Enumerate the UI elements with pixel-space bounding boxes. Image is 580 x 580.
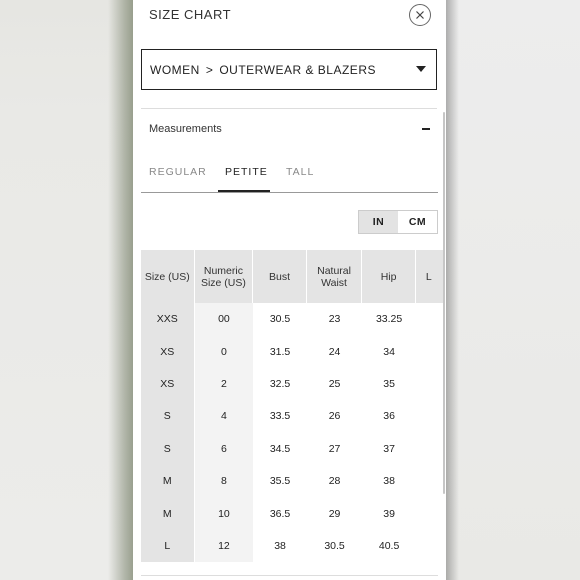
column-header-partial: L — [415, 250, 445, 303]
bottom-divider — [141, 575, 438, 576]
section-divider — [141, 108, 437, 109]
table-cell: 34.5 — [269, 442, 291, 455]
table-cell: S — [141, 400, 195, 433]
table-cell: 8 — [194, 464, 254, 498]
table-cell: 4 — [194, 400, 254, 433]
table-cell: XS — [141, 335, 195, 368]
table-cell: 38 — [383, 475, 395, 488]
table-cell: 33.25 — [375, 313, 403, 326]
unit-in-button[interactable]: IN — [359, 211, 398, 233]
category-separator: > — [205, 62, 214, 77]
unit-cm-button[interactable]: CM — [398, 211, 437, 233]
background-right — [445, 0, 580, 580]
table-cell: 30.5 — [324, 539, 345, 552]
tab-petite[interactable]: PETITE — [225, 166, 268, 178]
table-cell: 2 — [194, 367, 254, 401]
table-cell: 30.5 — [269, 313, 291, 326]
table-cell: 39 — [383, 507, 395, 520]
size-table: Size (US) Numeric Size (US) Bust Natural… — [141, 250, 445, 562]
table-row: L 12 38 30.5 40.5 — [141, 529, 445, 562]
scrollbar[interactable] — [443, 112, 445, 494]
table-cell: 00 — [194, 303, 254, 336]
table-cell: 23 — [328, 313, 341, 326]
table-cell: M — [141, 464, 195, 498]
table-cell-partial — [416, 400, 445, 432]
table-cell: 12 — [194, 529, 254, 562]
measurements-section-header[interactable]: Measurements — [149, 123, 222, 135]
table-row: XS 2 32.5 25 35 — [141, 367, 445, 401]
table-cell: 28 — [328, 475, 341, 488]
column-header-hip: Hip — [362, 250, 416, 303]
size-chart-panel: SIZE CHART WOMEN > OUTERWEAR & BLAZERS M… — [133, 0, 446, 580]
table-cell: 33.5 — [269, 410, 291, 423]
column-header-size: Size (US) — [141, 250, 195, 303]
table-cell: 10 — [194, 497, 254, 530]
table-cell: 40.5 — [378, 539, 400, 552]
table-cell: 31.5 — [269, 345, 291, 358]
table-cell: 36 — [383, 410, 395, 423]
table-cell-partial — [416, 433, 445, 465]
table-cell: 34 — [383, 345, 395, 358]
column-header-bust: Bust — [253, 250, 307, 303]
table-cell: 6 — [194, 432, 254, 465]
table-cell: 36.5 — [269, 507, 291, 520]
background-left — [0, 0, 135, 580]
column-header-numeric-size: Numeric Size (US) — [194, 250, 254, 303]
table-cell-partial — [416, 465, 445, 497]
table-row: XS 0 31.5 24 34 — [141, 335, 445, 368]
table-cell-partial — [416, 497, 445, 529]
table-header-row: Size (US) Numeric Size (US) Bust Natural… — [141, 250, 445, 303]
table-cell: 37 — [383, 442, 395, 455]
table-cell: 25 — [328, 377, 341, 390]
table-cell: L — [141, 529, 195, 562]
tab-regular[interactable]: REGULAR — [149, 166, 207, 178]
table-cell: 26 — [328, 410, 341, 423]
table-cell: XXS — [141, 303, 195, 336]
table-row: XXS 00 30.5 23 33.25 — [141, 303, 445, 336]
table-cell: 35 — [383, 377, 395, 390]
table-cell: 35.5 — [269, 475, 291, 488]
table-cell: 0 — [194, 335, 254, 368]
close-icon — [416, 11, 424, 19]
table-cell-partial — [416, 530, 445, 562]
page-title: SIZE CHART — [149, 7, 232, 22]
fit-tabs: REGULAR PETITE TALL — [141, 155, 437, 193]
tab-tall[interactable]: TALL — [286, 166, 314, 178]
unit-toggle: IN CM — [358, 210, 438, 234]
column-header-natural-waist: Natural Waist — [306, 250, 363, 303]
table-cell: 29 — [328, 507, 341, 520]
table-row: S 4 33.5 26 36 — [141, 400, 445, 433]
table-cell-partial — [416, 303, 445, 335]
table-cell: M — [141, 497, 195, 530]
table-cell: S — [141, 432, 195, 465]
collapse-icon[interactable] — [422, 128, 430, 130]
table-cell: 38 — [274, 539, 286, 552]
table-cell: XS — [141, 367, 195, 401]
close-button[interactable] — [409, 4, 431, 26]
chevron-down-icon — [416, 66, 426, 72]
table-cell: 27 — [328, 442, 341, 455]
table-cell-partial — [416, 368, 445, 400]
tabs-divider — [141, 192, 438, 193]
size-table-container: Size (US) Numeric Size (US) Bust Natural… — [141, 250, 445, 562]
table-row: M 10 36.5 29 39 — [141, 497, 445, 530]
table-cell: 32.5 — [269, 377, 291, 390]
table-row: M 8 35.5 28 38 — [141, 464, 445, 498]
category-select[interactable]: WOMEN > OUTERWEAR & BLAZERS — [141, 49, 437, 90]
table-row: S 6 34.5 27 37 — [141, 432, 445, 465]
table-cell: 24 — [328, 345, 341, 358]
table-cell-partial — [416, 335, 445, 367]
category-primary: WOMEN — [150, 62, 200, 77]
category-secondary: OUTERWEAR & BLAZERS — [219, 62, 376, 77]
